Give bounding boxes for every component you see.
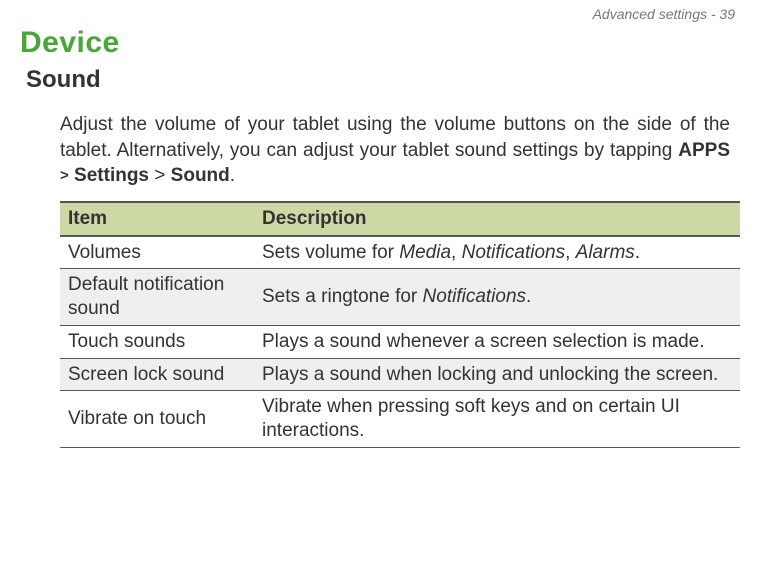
settings-table: Item Description VolumesSets volume for … xyxy=(60,201,740,448)
table-cell-item: Touch sounds xyxy=(60,325,254,358)
table-row: Default notification soundSets a rington… xyxy=(60,269,740,326)
table-row: Screen lock soundPlays a sound when lock… xyxy=(60,358,740,391)
breadcrumb-sep-1: > xyxy=(60,167,69,184)
table-row: VolumesSets volume for Media, Notificati… xyxy=(60,236,740,269)
table-row: Touch soundsPlays a sound whenever a scr… xyxy=(60,325,740,358)
table-cell-description: Plays a sound when locking and unlocking… xyxy=(254,358,740,391)
italic-term: Notifications xyxy=(462,242,566,263)
breadcrumb-sep-2: > xyxy=(154,165,165,186)
table-header-item: Item xyxy=(60,202,254,236)
intro-sound: Sound xyxy=(171,165,230,186)
table-cell-description: Sets volume for Media, Notifications, Al… xyxy=(254,236,740,269)
table-cell-item: Vibrate on touch xyxy=(60,391,254,448)
heading-device: Device xyxy=(20,26,735,60)
table-cell-description: Sets a ringtone for Notifications. xyxy=(254,269,740,326)
intro-settings: Settings xyxy=(74,165,149,186)
italic-term: Notifications xyxy=(423,286,527,307)
page-header: Advanced settings - 39 xyxy=(0,0,765,26)
table-cell-item: Volumes xyxy=(60,236,254,269)
table-cell-description: Vibrate when pressing soft keys and on c… xyxy=(254,391,740,448)
italic-term: Alarms xyxy=(576,242,635,263)
intro-apps: APPS xyxy=(678,140,730,161)
table-cell-description: Plays a sound whenever a screen selectio… xyxy=(254,325,740,358)
table-row: Vibrate on touchVibrate when pressing so… xyxy=(60,391,740,448)
table-cell-item: Default notification sound xyxy=(60,269,254,326)
heading-sound: Sound xyxy=(26,66,735,94)
intro-text-pre: Adjust the volume of your tablet using t… xyxy=(60,114,730,161)
intro-period: . xyxy=(230,165,235,186)
table-header-description: Description xyxy=(254,202,740,236)
italic-term: Media xyxy=(399,242,451,263)
intro-paragraph: Adjust the volume of your tablet using t… xyxy=(60,112,730,189)
table-cell-item: Screen lock sound xyxy=(60,358,254,391)
